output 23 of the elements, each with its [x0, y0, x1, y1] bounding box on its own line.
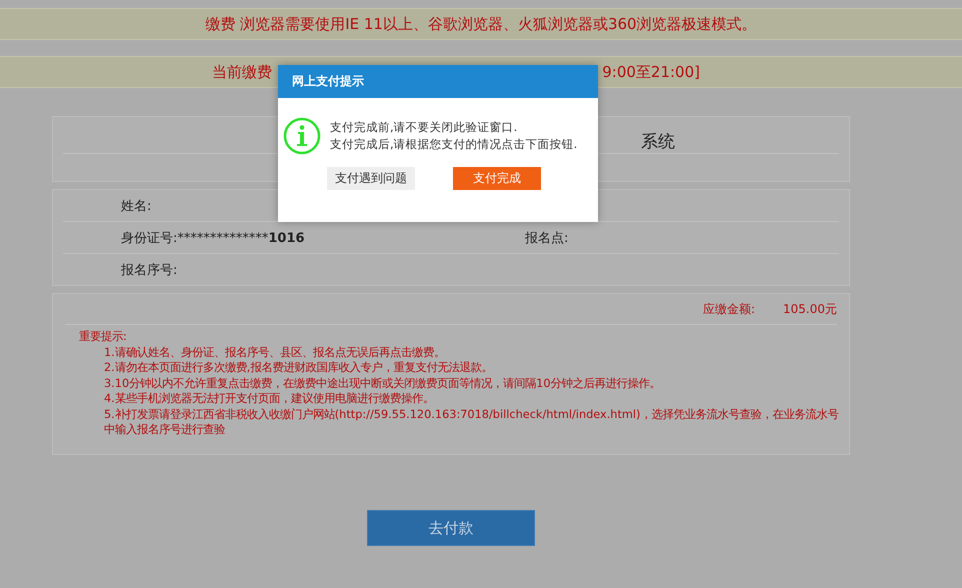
info-label: 姓名:: [121, 198, 152, 214]
info-label: 身份证号:**************1016: [121, 230, 305, 246]
info-label: 报名序号:: [121, 262, 178, 278]
system-title: 系统: [641, 131, 675, 153]
confirm-button[interactable]: 支付完成: [453, 167, 541, 190]
tip-text: 4.某些手机浏览器无法打开支付页面，建议使用电脑进行缴费操作。: [103, 391, 435, 406]
amount-label: 应缴金额:: [702, 300, 755, 318]
dialog-message: 支付完成前,请不要关闭此验证窗口.: [330, 119, 518, 136]
tip-text: 1.请确认姓名、身份证、报名序号、县区、报名点无误后再点击缴费。: [103, 344, 446, 360]
amount-value: 105.00元: [783, 300, 837, 318]
info-label: 报名点:: [525, 230, 568, 246]
dialog-title: 网上支付提示: [292, 73, 364, 90]
time-notice: 9:00至21:00]: [602, 62, 700, 82]
pay-button[interactable]: 去付款: [367, 510, 535, 546]
dialog-message: 支付完成后,请根据您支付的情况点击下面按钮.: [330, 136, 578, 153]
time-notice: 当前缴费: [212, 62, 272, 82]
tips-heading: 重要提示:: [79, 329, 128, 344]
tip-text: 5.补打发票请登录江西省非税收入收缴门户网站(http://59.55.120.163:7018/billcheck/html/index.html)，选择凭业务流水号查验，在业务流水号中输入报名序号进行查验: [103, 406, 839, 438]
tip-text: 3.10分钟以内不允许重复点击缴费，在缴费中途出现中断或关闭缴费页面等情况，请间隔10分钟之后再进行操作。: [103, 376, 662, 391]
problem-button[interactable]: 支付遇到问题: [327, 167, 415, 190]
tip-text: 2.请勿在本页面进行多次缴费,报名费进财政国库收入专户，重复支付无法退款。: [103, 360, 494, 376]
browser-notice: 缴费 浏览器需要使用IE 11以上、谷歌浏览器、火狐浏览器或360浏览器极速模式。: [205, 14, 757, 34]
info-icon: [283, 117, 321, 155]
